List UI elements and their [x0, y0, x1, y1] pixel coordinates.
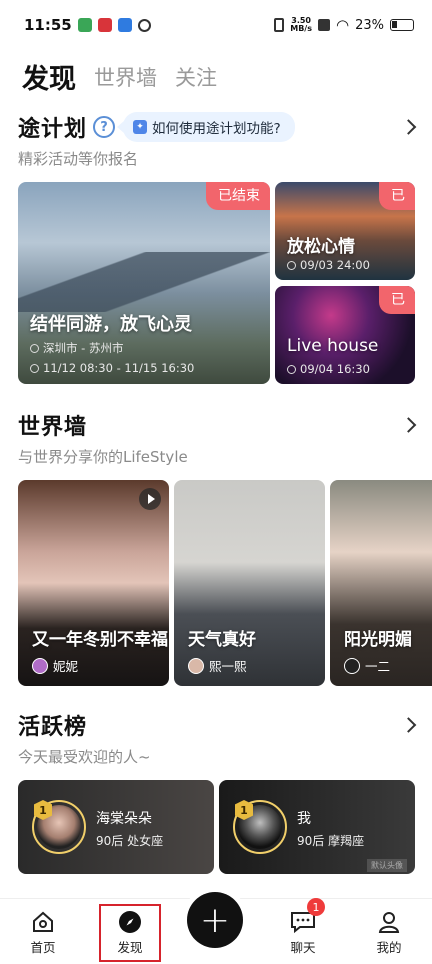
- avatar: [344, 657, 360, 674]
- app-notification-icon: [77, 18, 92, 32]
- home-icon: [33, 911, 53, 932]
- tab-discover[interactable]: 发现: [22, 57, 76, 96]
- world-wall-header[interactable]: 世界墙: [18, 408, 417, 442]
- play-icon[interactable]: [139, 488, 161, 510]
- trip-card-livehouse[interactable]: 已 Live house 09/04 16:30: [275, 286, 415, 384]
- status-badge: 已: [379, 286, 415, 314]
- avatar: [188, 657, 204, 674]
- trip-card-title: 放松心情: [287, 237, 355, 257]
- post-author: 一二: [344, 656, 390, 675]
- trip-plan-title: 途计划: [18, 117, 88, 142]
- top-tabs: 发现 世界墙 关注: [22, 52, 217, 96]
- app-notification-icon: [117, 18, 132, 32]
- active-user-card[interactable]: 1 我 90后 摩羯座 默认头像: [219, 780, 415, 874]
- world-post-card[interactable]: 天气真好 熙一熙: [174, 480, 325, 686]
- tab-world-wall[interactable]: 世界墙: [94, 62, 157, 96]
- tab-follow[interactable]: 关注: [175, 62, 217, 96]
- trip-card-main[interactable]: 已结束 结伴同游，放飞心灵 深圳市 - 苏州市 11/12 08:30 - 11…: [18, 182, 270, 384]
- clock-icon: [287, 260, 296, 270]
- trip-card-time: 09/04 16:30: [287, 362, 370, 376]
- battery-icon: [390, 19, 414, 31]
- active-list-title: 活跃榜: [18, 715, 88, 740]
- active-list-subtitle: 今天最受欢迎的人~: [18, 748, 151, 766]
- world-post-card[interactable]: 又一年冬别不幸福 妮妮: [18, 480, 169, 686]
- compass-icon: [119, 911, 141, 933]
- trip-plan-header[interactable]: 途计划 ? ✦ 如何使用途计划功能?: [18, 110, 417, 144]
- battery-percent: 23%: [355, 17, 384, 33]
- vibrate-icon: [274, 18, 285, 32]
- status-badge: 已结束: [206, 182, 270, 210]
- create-button[interactable]: +: [187, 892, 243, 948]
- guide-icon: ✦: [133, 120, 148, 134]
- trip-card-relax[interactable]: 已 放松心情 09/03 24:00: [275, 182, 415, 280]
- world-post-card[interactable]: 阳光明媚 一二: [330, 480, 432, 686]
- post-title: 又一年冬别不幸福: [32, 630, 168, 650]
- trip-card-title: Live house: [287, 336, 379, 356]
- status-time: 11:55: [24, 16, 72, 34]
- post-title: 阳光明媚: [344, 630, 412, 650]
- unread-badge: 1: [307, 898, 325, 916]
- app-notification-icon: [97, 18, 112, 32]
- post-author: 妮妮: [32, 656, 78, 675]
- trip-card-time: 09/03 24:00: [287, 258, 370, 272]
- user-icon: [378, 912, 400, 933]
- active-user-card[interactable]: 1 海棠朵朵 90后 处女座: [18, 780, 214, 874]
- trip-card-time: 11/12 08:30 - 11/15 16:30: [30, 361, 194, 375]
- nav-home[interactable]: 首页: [13, 910, 73, 956]
- sim-off-icon: [318, 19, 330, 31]
- user-name: 海棠朵朵: [96, 811, 152, 827]
- world-wall-subtitle: 与世界分享你的LifeStyle: [18, 448, 188, 466]
- post-title: 天气真好: [188, 630, 256, 650]
- nav-chat[interactable]: 聊天 1: [273, 898, 333, 956]
- user-meta: 90后 摩羯座: [297, 834, 365, 848]
- mountain-image: [18, 252, 270, 312]
- chevron-right-icon[interactable]: [400, 119, 417, 135]
- network-speed: 3.50 MB/s: [290, 16, 312, 33]
- user-name: 我: [297, 811, 311, 827]
- trip-plan-hint[interactable]: ✦ 如何使用途计划功能?: [123, 112, 295, 142]
- chevron-right-icon[interactable]: [400, 417, 417, 433]
- avatar: [32, 657, 48, 674]
- status-bar: 11:55 3.50 MB/s ◠ 23%: [0, 0, 432, 50]
- trip-plan-subtitle: 精彩活动等你报名: [18, 150, 139, 168]
- trip-card-title: 结伴同游，放飞心灵: [30, 314, 192, 335]
- nav-discover[interactable]: 发现: [99, 904, 161, 962]
- help-icon[interactable]: ?: [93, 116, 116, 138]
- default-avatar-tag: 默认头像: [367, 859, 407, 872]
- chevron-right-icon[interactable]: [400, 717, 417, 733]
- location-icon: [30, 343, 39, 353]
- clock-icon: [30, 363, 39, 373]
- world-wall-title: 世界墙: [18, 415, 88, 440]
- status-badge: 已: [379, 182, 415, 210]
- sync-icon: [137, 18, 151, 32]
- post-author: 熙一熙: [188, 656, 247, 675]
- user-meta: 90后 处女座: [96, 834, 164, 848]
- wifi-icon: ◠: [336, 16, 350, 34]
- nav-me[interactable]: 我的: [359, 910, 419, 956]
- trip-card-location: 深圳市 - 苏州市: [30, 340, 123, 356]
- clock-icon: [287, 364, 296, 374]
- active-list-header[interactable]: 活跃榜: [18, 708, 417, 742]
